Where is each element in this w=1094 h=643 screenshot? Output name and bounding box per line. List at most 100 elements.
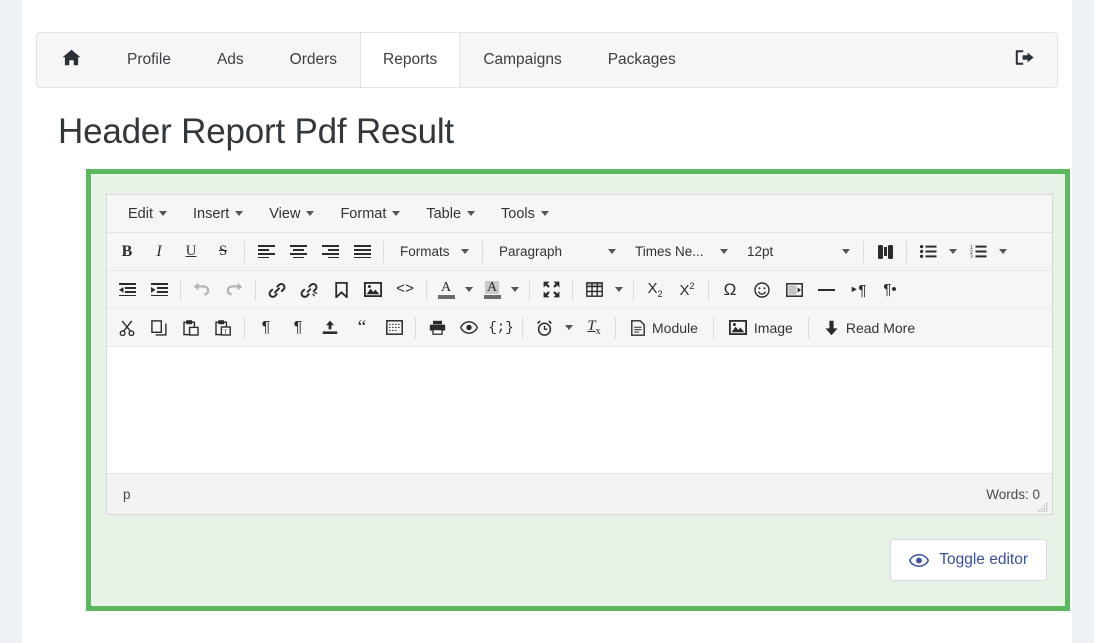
- insert-table-button[interactable]: [579, 275, 609, 305]
- image-icon: [729, 320, 747, 335]
- visual-chars-button[interactable]: ¶: [283, 313, 313, 343]
- nav-item-orders[interactable]: Orders: [267, 33, 360, 87]
- strikethrough-button[interactable]: S: [208, 237, 238, 267]
- search-replace-button[interactable]: [870, 237, 900, 267]
- table-options-button[interactable]: [610, 275, 628, 305]
- nav-item-reports[interactable]: Reports: [360, 33, 460, 87]
- read-more-button[interactable]: Read More: [816, 313, 923, 343]
- italic-button[interactable]: I: [144, 237, 174, 267]
- scissors-icon: [119, 320, 135, 336]
- remove-format-button[interactable]: Tx: [579, 313, 609, 343]
- image-insert-button[interactable]: Image: [721, 313, 801, 343]
- align-left-button[interactable]: [251, 237, 281, 267]
- main-navigation: Profile Ads Orders Reports Campaigns Pac…: [36, 32, 1058, 88]
- numbered-list-button[interactable]: 1 2 3: [963, 237, 993, 267]
- binoculars-icon: [877, 244, 894, 260]
- menu-insert[interactable]: Insert: [183, 202, 253, 226]
- menu-format[interactable]: Format: [330, 202, 410, 226]
- menu-tools[interactable]: Tools: [491, 202, 559, 226]
- paste-as-text-button[interactable]: T: [208, 313, 238, 343]
- eye-icon: [909, 554, 929, 567]
- toolbar-divider: [180, 279, 181, 301]
- pilcrow-icon: ¶: [294, 319, 303, 337]
- undo-button[interactable]: [187, 275, 217, 305]
- numbered-list-options-button[interactable]: [994, 237, 1012, 267]
- redo-button[interactable]: [219, 275, 249, 305]
- print-button[interactable]: [422, 313, 452, 343]
- indent-icon: [151, 283, 168, 296]
- background-color-button[interactable]: A: [479, 275, 505, 305]
- nav-item-campaigns[interactable]: Campaigns: [460, 33, 584, 87]
- toggle-editor-button[interactable]: Toggle editor: [890, 539, 1047, 581]
- menu-view[interactable]: View: [259, 202, 324, 226]
- nav-item-label: Packages: [608, 51, 676, 69]
- text-color-options-button[interactable]: [460, 275, 478, 305]
- text-color-icon: A: [441, 281, 451, 294]
- editor-content-area[interactable]: [107, 347, 1052, 474]
- subscript-button[interactable]: X2: [640, 275, 670, 305]
- underline-button[interactable]: U: [176, 237, 206, 267]
- menu-table[interactable]: Table: [416, 202, 485, 226]
- horizontal-rule-button[interactable]: [811, 275, 841, 305]
- toolbar-divider: [415, 317, 416, 339]
- indent-button[interactable]: [144, 275, 174, 305]
- align-center-icon: [290, 245, 307, 258]
- special-character-button[interactable]: Ω: [715, 275, 745, 305]
- smiley-icon: [754, 282, 770, 298]
- fullscreen-button[interactable]: [536, 275, 566, 305]
- copy-button[interactable]: [144, 313, 174, 343]
- emoticons-button[interactable]: [747, 275, 777, 305]
- blockquote-button[interactable]: “: [347, 313, 377, 343]
- insert-datetime-options-button[interactable]: [560, 313, 578, 343]
- block-format-dropdown[interactable]: Paragraph: [490, 237, 622, 267]
- superscript-button[interactable]: X2: [672, 275, 702, 305]
- insert-media-button[interactable]: [779, 275, 809, 305]
- align-right-button[interactable]: [315, 237, 345, 267]
- ltr-button[interactable]: ‣¶: [843, 275, 873, 305]
- outdent-button[interactable]: [112, 275, 142, 305]
- insert-datetime-button[interactable]: [529, 313, 559, 343]
- module-button[interactable]: Module: [623, 313, 706, 343]
- source-code-button[interactable]: <>: [390, 275, 420, 305]
- toolbar-divider: [633, 279, 634, 301]
- unlink-button[interactable]: [294, 275, 324, 305]
- insert-file-button[interactable]: [315, 313, 345, 343]
- resize-handle-icon[interactable]: [1038, 501, 1048, 511]
- visual-blocks-button[interactable]: ¶: [251, 313, 281, 343]
- font-family-dropdown[interactable]: Times Ne...: [626, 237, 734, 267]
- font-size-dropdown[interactable]: 12pt: [738, 237, 856, 267]
- undo-icon: [193, 282, 211, 297]
- insert-image-button[interactable]: [358, 275, 388, 305]
- background-color-options-button[interactable]: [506, 275, 524, 305]
- bullet-list-button[interactable]: [913, 237, 943, 267]
- rtl-button[interactable]: ¶•: [875, 275, 905, 305]
- align-justify-button[interactable]: [347, 237, 377, 267]
- chevron-down-icon: [392, 211, 400, 216]
- nav-item-logout[interactable]: [993, 33, 1057, 87]
- nav-item-home[interactable]: [37, 33, 104, 87]
- element-path[interactable]: p: [123, 487, 131, 502]
- paste-button[interactable]: [176, 313, 206, 343]
- menu-edit[interactable]: Edit: [118, 202, 177, 226]
- formats-dropdown[interactable]: Formats: [391, 237, 475, 267]
- bold-button[interactable]: B: [112, 237, 142, 267]
- block-format-label: Paragraph: [499, 244, 562, 259]
- preview-button[interactable]: [454, 313, 484, 343]
- bold-icon: B: [122, 243, 133, 261]
- menu-label: Insert: [193, 206, 229, 222]
- code-sample-button[interactable]: {;}: [486, 313, 516, 343]
- nav-item-profile[interactable]: Profile: [104, 33, 194, 87]
- link-button[interactable]: [262, 275, 292, 305]
- nav-item-packages[interactable]: Packages: [585, 33, 699, 87]
- menu-label: Format: [340, 206, 386, 222]
- toolbar-divider: [426, 279, 427, 301]
- bullet-list-options-button[interactable]: [944, 237, 962, 267]
- align-center-button[interactable]: [283, 237, 313, 267]
- nav-item-ads[interactable]: Ads: [194, 33, 267, 87]
- toolbar-divider: [713, 317, 714, 339]
- text-color-button[interactable]: A: [433, 275, 459, 305]
- anchor-button[interactable]: [326, 275, 356, 305]
- template-button[interactable]: [379, 313, 409, 343]
- formats-label: Formats: [400, 244, 450, 259]
- cut-button[interactable]: [112, 313, 142, 343]
